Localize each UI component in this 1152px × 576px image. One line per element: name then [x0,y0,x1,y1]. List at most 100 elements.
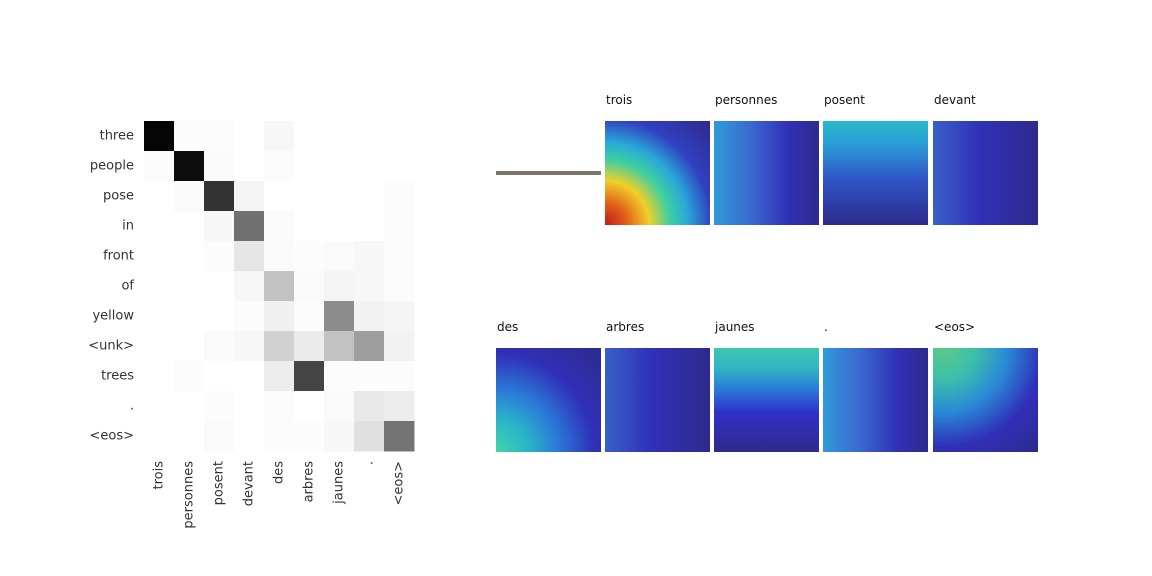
panel-title: arbres [606,320,645,334]
attention-map-panel [496,348,601,452]
row-label: <eos> [89,429,134,444]
attention-map-panel [933,121,1038,225]
column-label: arbres [302,461,317,503]
heatmap-cell-8-4 [264,361,295,392]
heatmap-cell-3-2 [204,211,235,242]
heatmap-cell-6-0 [144,301,175,332]
heatmap-cell-3-7 [354,211,385,242]
attention-map-panel [605,121,710,225]
heatmap-cell-9-2 [204,391,235,422]
heatmap-cell-10-3 [234,421,265,452]
attention-map-panel [714,348,819,452]
heatmap-cell-5-6 [324,271,355,302]
panel-title: <eos> [934,320,976,334]
column-label: personnes [182,461,197,529]
heatmap-cell-9-3 [234,391,265,422]
heatmap-cell-2-8 [384,181,415,212]
heatmap-cell-1-7 [354,151,385,182]
heatmap-cell-10-6 [324,421,355,452]
heatmap-cell-9-0 [144,391,175,422]
row-label: <unk> [88,339,134,354]
heatmap-cell-1-6 [324,151,355,182]
heatmap-cell-8-8 [384,361,415,392]
heatmap-cell-1-2 [204,151,235,182]
heatmap-cell-5-2 [204,271,235,302]
heatmap-cell-5-0 [144,271,175,302]
row-label: front [103,249,134,264]
heatmap-cell-4-6 [324,241,355,272]
heatmap-cell-0-6 [324,121,355,152]
heatmap-cell-0-8 [384,121,415,152]
row-label: yellow [92,309,134,324]
heatmap-cell-2-7 [354,181,385,212]
heatmap-cell-8-3 [234,361,265,392]
heatmap-cell-8-7 [354,361,385,392]
heatmap-cell-0-4 [264,121,295,152]
heatmap-cell-10-8 [384,421,415,452]
row-label: trees [101,369,134,384]
heatmap-cell-6-3 [234,301,265,332]
heatmap-cell-4-5 [294,241,325,272]
heatmap-cell-3-3 [234,211,265,242]
heatmap-cell-6-5 [294,301,325,332]
row-label: of [121,279,134,294]
heatmap-cell-7-3 [234,331,265,362]
attention-heatmap: three people pose in front of yellow <unk> trees… [88,121,415,529]
heatmap-cell-7-1 [174,331,205,362]
heatmap-cell-5-8 [384,271,415,302]
heatmap-cell-2-6 [324,181,355,212]
panel-title: personnes [715,93,778,107]
attention-map-panel [933,348,1038,452]
heatmap-cell-0-7 [354,121,385,152]
heatmap-cell-0-5 [294,121,325,152]
heatmap-cell-10-1 [174,421,205,452]
heatmap-cell-2-0 [144,181,175,212]
column-label: <eos> [392,461,407,506]
heatmap-cell-1-4 [264,151,295,182]
heatmap-cell-2-2 [204,181,235,212]
heatmap-cell-2-1 [174,181,205,212]
heatmap-cell-3-0 [144,211,175,242]
heatmap-cell-0-2 [204,121,235,152]
heatmap-cell-8-2 [204,361,235,392]
heatmap-cell-7-0 [144,331,175,362]
heatmap-cell-3-8 [384,211,415,242]
heatmap-cell-0-1 [174,121,205,152]
row-label: . [130,399,134,414]
heatmap-cell-9-6 [324,391,355,422]
heatmap-cell-10-7 [354,421,385,452]
heatmap-cell-1-3 [234,151,265,182]
heatmap-cell-4-1 [174,241,205,272]
attention-map-panel [823,348,928,452]
panel-title: posent [824,93,865,107]
attention-map-panel [823,121,928,225]
heatmap-cell-4-4 [264,241,295,272]
heatmap-cell-5-4 [264,271,295,302]
heatmap-cell-1-5 [294,151,325,182]
heatmap-cell-10-0 [144,421,175,452]
attention-map-panel [605,348,710,452]
heatmap-cell-8-6 [324,361,355,392]
attention-map-panel [714,121,819,225]
heatmap-cell-4-7 [354,241,385,272]
heatmap-cell-7-5 [294,331,325,362]
heatmap-cell-4-0 [144,241,175,272]
panel-title: . [824,320,828,334]
empty-panel-line [496,171,601,175]
heatmap-cell-9-5 [294,391,325,422]
heatmap-cell-3-4 [264,211,295,242]
heatmap-cell-4-3 [234,241,265,272]
row-label: pose [103,189,134,204]
heatmap-cell-2-5 [294,181,325,212]
column-label: trois [152,461,167,490]
heatmap-cell-9-4 [264,391,295,422]
row-label: people [90,159,134,174]
heatmap-cell-7-6 [324,331,355,362]
heatmap-cell-5-7 [354,271,385,302]
heatmap-cell-10-2 [204,421,235,452]
heatmap-cell-6-4 [264,301,295,332]
heatmap-cell-3-6 [324,211,355,242]
heatmap-cell-6-6 [324,301,355,332]
heatmap-cell-2-3 [234,181,265,212]
row-label: in [122,219,134,234]
